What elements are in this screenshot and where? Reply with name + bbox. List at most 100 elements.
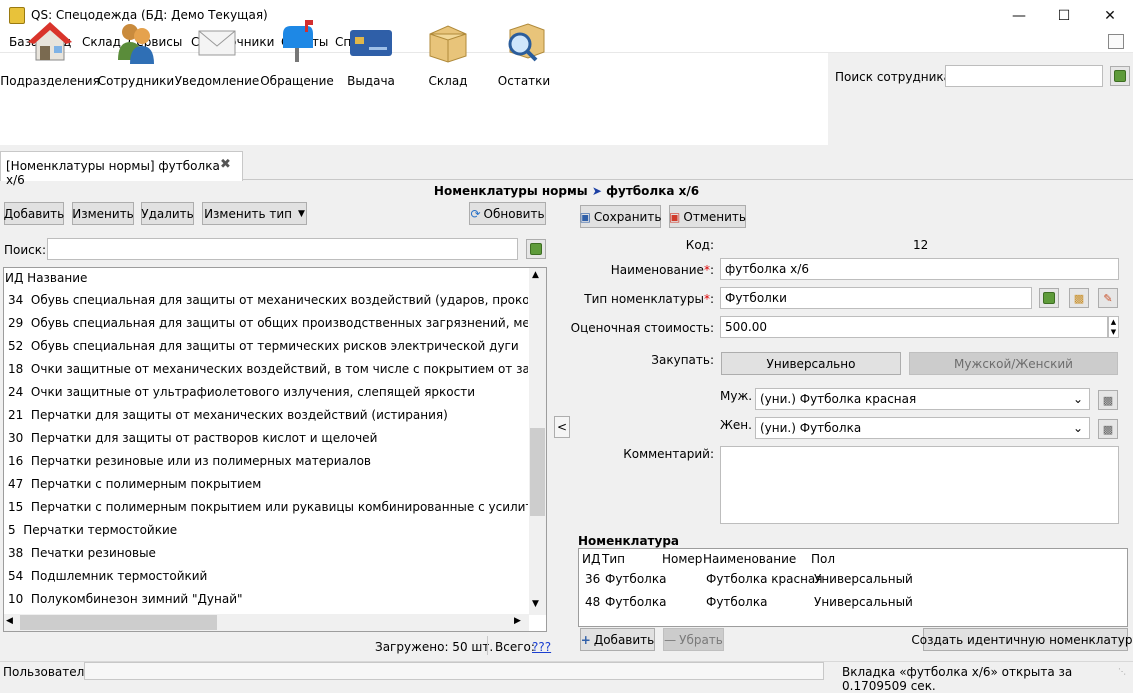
refresh-button[interactable]: ⟳ Обновить (469, 202, 546, 225)
spin-down-icon[interactable]: ▼ (1109, 327, 1118, 337)
scroll-left-icon[interactable]: ◀ (6, 616, 13, 626)
pencil-icon: ✎ (1103, 291, 1113, 305)
collapse-panel-button[interactable]: < (554, 416, 570, 438)
list-item[interactable]: 38 Печатки резиновые (8, 546, 528, 560)
comment-textarea[interactable] (720, 446, 1119, 524)
toolbar-departments-button[interactable]: Подразделения (0, 0, 100, 92)
list-item[interactable]: 16 Перчатки резиновые или из полимерных … (8, 454, 528, 468)
row-name: Полукомбинезон зимний "Дунай" (30, 592, 243, 606)
add-button[interactable]: Добавить (4, 202, 64, 225)
code-value: 12 (913, 238, 929, 252)
toolbar-warehouse-button[interactable]: Склад (424, 0, 472, 92)
type-select-button[interactable] (1039, 288, 1059, 308)
cancel-label: Отменить (683, 209, 746, 224)
tab-close-icon[interactable]: ✖ (220, 157, 231, 172)
chevron-down-icon[interactable]: ⌄ (1073, 421, 1083, 435)
minimize-button[interactable]: — (996, 0, 1042, 31)
nomenclature-add-button[interactable]: + Добавить (580, 628, 655, 651)
refresh-label: Обновить (483, 206, 545, 221)
toolbar-issue-button[interactable]: Выдача (343, 0, 399, 92)
price-input[interactable]: 500.00 (720, 316, 1108, 338)
list-vertical-scroll-thumb[interactable] (530, 428, 545, 516)
toolbar-employees-button[interactable]: Сотрудники (98, 0, 174, 92)
change-type-button[interactable]: Изменить тип ▼ (202, 202, 307, 225)
total-label: Всего: (495, 640, 535, 654)
delete-button[interactable]: Удалить (141, 202, 194, 225)
list-icon[interactable] (1108, 34, 1124, 49)
close-window-button[interactable]: ✕ (1087, 0, 1133, 31)
list-item[interactable]: 15 Перчатки с полимерным покрытием или р… (8, 500, 528, 514)
save-button[interactable]: ▣ Сохранить (580, 205, 661, 228)
tab-nomenclature-norm[interactable]: [Номенклатуры нормы] футболка х/6 (0, 151, 243, 187)
list-item[interactable]: 21 Перчатки для защиты от механических в… (8, 408, 528, 422)
chevron-left-icon: < (556, 420, 568, 434)
create-identical-button[interactable]: Создать идентичную номенклатуру (911, 628, 1133, 651)
list-item[interactable]: 34 Обувь специальная для защиты от механ… (8, 293, 528, 307)
buy-male-female-button[interactable]: Мужской/Женский (909, 352, 1118, 375)
mailbox-icon (283, 20, 313, 62)
nomenclature-table[interactable] (578, 548, 1128, 627)
search-label: Поиск: (4, 243, 47, 257)
table-cell-sex: Универсальный (814, 572, 913, 586)
col-number: Номер (662, 552, 703, 566)
spin-up-icon[interactable]: ▲ (1109, 317, 1118, 327)
user-field (84, 662, 824, 680)
row-name: Очки защитные от механических воздействи… (30, 362, 528, 376)
database-icon: ▩ (1102, 393, 1114, 407)
list-item[interactable]: 52 Обувь специальная для защиты от терми… (8, 339, 528, 353)
nomenclature-remove-label: Убрать (679, 632, 723, 647)
edit-button[interactable]: Изменить (72, 202, 134, 225)
divider (487, 636, 488, 655)
male-db-button[interactable]: ▩ (1098, 390, 1118, 410)
row-id: 15 (8, 500, 24, 514)
search-input[interactable] (47, 238, 518, 260)
list-horizontal-scroll-thumb[interactable] (20, 615, 217, 630)
female-db-button[interactable]: ▩ (1098, 419, 1118, 439)
envelope-icon (198, 30, 236, 56)
list-item[interactable]: 18 Очки защитные от механических воздейс… (8, 362, 528, 376)
nomenclature-add-label: Добавить (593, 632, 655, 647)
user-label: Пользователь (3, 665, 92, 679)
row-id: 18 (8, 362, 24, 376)
table-cell-id: 48 (585, 595, 601, 609)
status-message: Вкладка «футболка х/6» открыта за 0.1709… (842, 665, 1073, 693)
name-input[interactable]: футболка х/6 (720, 258, 1119, 280)
cancel-icon: ▣ (669, 209, 681, 224)
scroll-down-icon[interactable]: ▼ (532, 599, 539, 609)
list-header: ИД Название (5, 271, 88, 285)
type-open-button[interactable]: ▩ (1069, 288, 1089, 308)
list-item[interactable]: 54 Подшлемник термостойкий (8, 569, 528, 583)
toolbar-stock-button[interactable]: Остатки (497, 0, 551, 92)
list-item[interactable]: 47 Перчатки с полимерным покрытием (8, 477, 528, 491)
list-item[interactable]: 10 Полукомбинезон зимний "Дунай" (8, 592, 528, 606)
list-item[interactable]: 30 Перчатки для защиты от растворов кисл… (8, 431, 528, 445)
type-input[interactable]: Футболки (720, 287, 1032, 309)
row-id: 34 (8, 293, 24, 307)
breadcrumb-part2: футболка х/6 (606, 184, 700, 198)
female-label: Жен. (720, 418, 752, 432)
maximize-button[interactable]: ☐ (1041, 0, 1087, 31)
price-spinner[interactable]: ▲ ▼ (1108, 316, 1119, 338)
employee-search-button[interactable] (1110, 66, 1130, 86)
list-item[interactable]: 5 Перчатки термостойкие (8, 523, 528, 537)
row-id: 30 (8, 431, 24, 445)
toolbar-notification-button[interactable]: Уведомление (175, 0, 259, 92)
col-name: Наименование (703, 552, 797, 566)
toolbar-request-button[interactable]: Обращение (260, 0, 334, 92)
toolbar-request-label: Обращение (260, 74, 334, 88)
list-item[interactable]: 29 Обувь специальная для защиты от общих… (8, 316, 528, 330)
table-cell-name: Футболка красная (706, 572, 823, 586)
scroll-right-icon[interactable]: ▶ (514, 616, 521, 626)
chevron-down-icon[interactable]: ⌄ (1073, 392, 1083, 406)
list-item[interactable]: 24 Очки защитные от ультрафиолетового из… (8, 385, 528, 399)
female-select[interactable]: (уни.) Футболка (755, 417, 1090, 439)
resize-grip-icon[interactable]: ⋱ (1118, 667, 1126, 676)
type-edit-button[interactable]: ✎ (1098, 288, 1118, 308)
nomenclature-remove-button[interactable]: — Убрать (663, 628, 724, 651)
male-select[interactable]: (уни.) Футболка красная (755, 388, 1090, 410)
total-link[interactable]: ??? (532, 640, 551, 654)
employee-search-input[interactable] (945, 65, 1103, 87)
buy-universal-button[interactable]: Универсально (721, 352, 901, 375)
cancel-button[interactable]: ▣ Отменить (669, 205, 746, 228)
col-type: Тип (602, 552, 625, 566)
